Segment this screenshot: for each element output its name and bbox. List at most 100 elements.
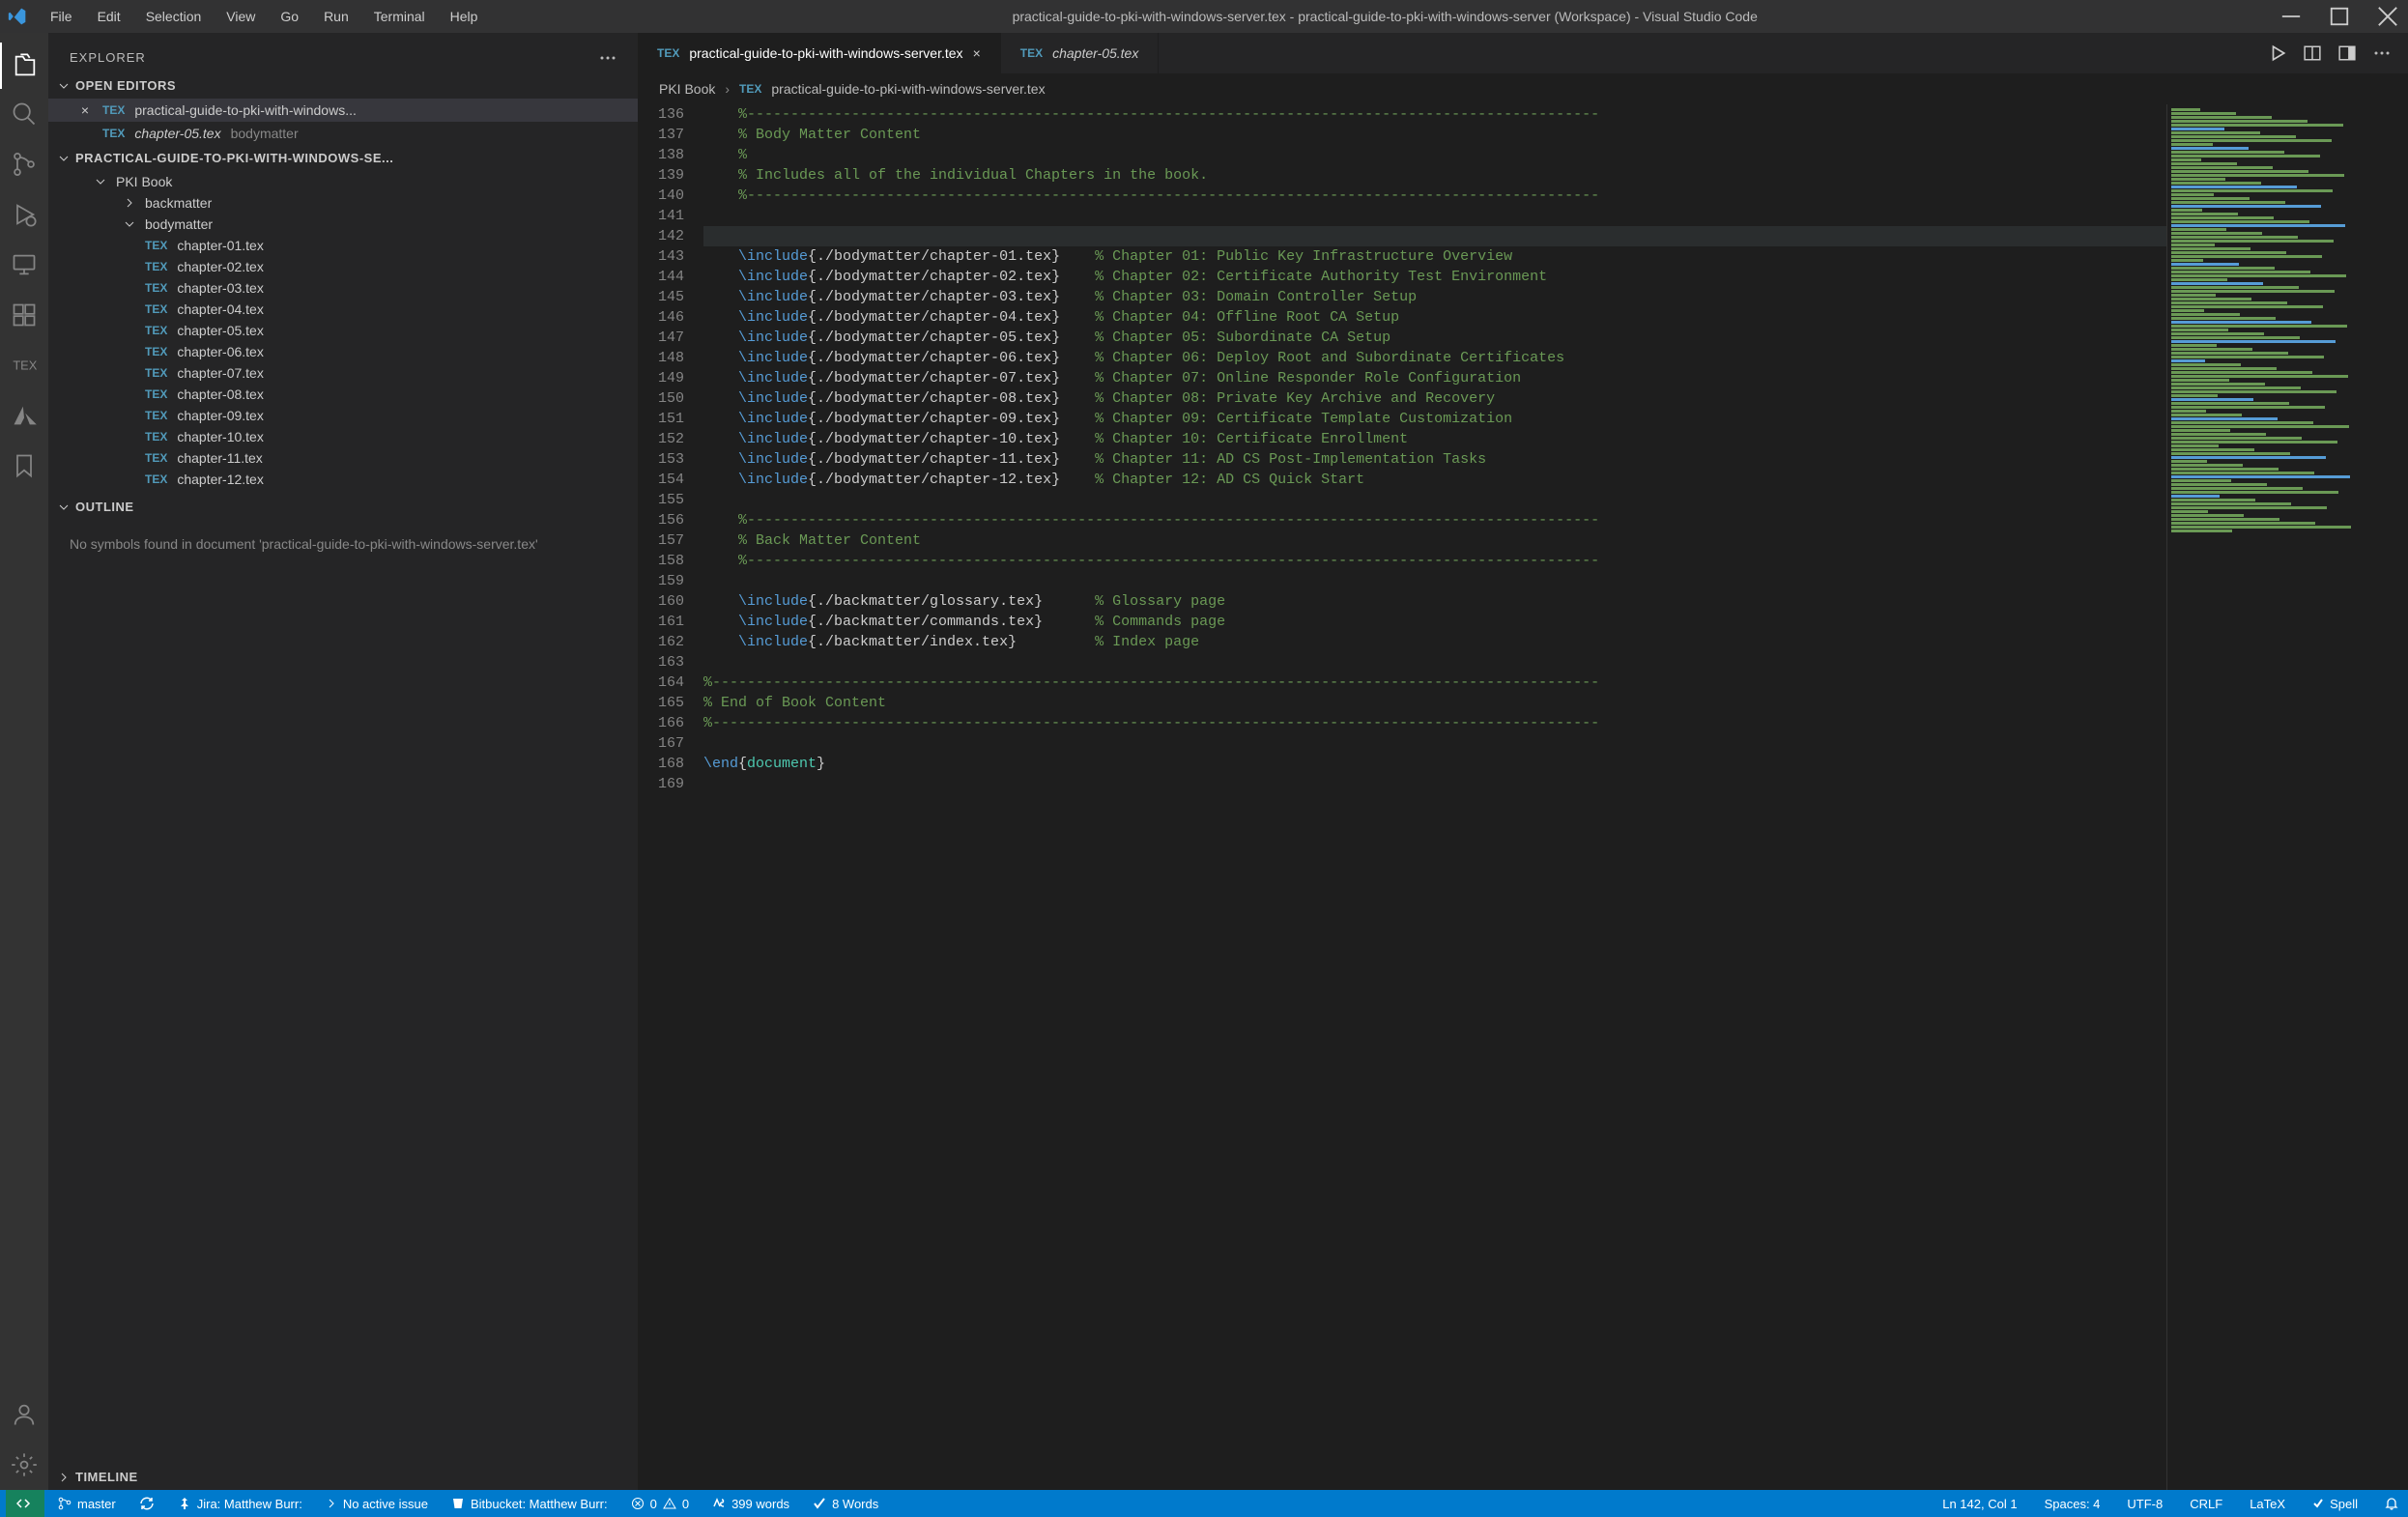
file-item[interactable]: TEX chapter-05.tex (48, 320, 638, 341)
open-editor-item[interactable]: × TEX practical-guide-to-pki-with-window… (48, 99, 638, 122)
file-label: chapter-12.tex (177, 472, 264, 487)
editor-group: TEX practical-guide-to-pki-with-windows-… (638, 33, 2408, 1490)
code-area[interactable]: %---------------------------------------… (703, 104, 2166, 1490)
menu-edit[interactable]: Edit (86, 5, 132, 28)
close-editor-icon[interactable]: × (77, 102, 93, 118)
breadcrumb-folder[interactable]: PKI Book (659, 81, 715, 97)
file-label: chapter-09.tex (177, 408, 264, 423)
outline-header[interactable]: OUTLINE (48, 494, 638, 520)
menu-file[interactable]: File (39, 5, 84, 28)
file-item[interactable]: TEX chapter-12.tex (48, 469, 638, 490)
editor-tab[interactable]: TEX chapter-05.tex (1001, 33, 1160, 73)
extensions-icon[interactable] (11, 301, 38, 329)
file-item[interactable]: TEX chapter-03.tex (48, 277, 638, 299)
folder-backmatter[interactable]: backmatter (48, 192, 638, 214)
minimize-icon[interactable] (2280, 6, 2302, 27)
encoding[interactable]: UTF-8 (2123, 1497, 2166, 1511)
line-gutter: 1361371381391401411421431441451461471481… (638, 104, 703, 1490)
tex-file-icon: TEX (145, 430, 167, 444)
close-icon[interactable] (2377, 6, 2398, 27)
tex-activity-icon[interactable]: TEX (11, 352, 38, 379)
search-icon[interactable] (11, 100, 38, 128)
atlassian-icon[interactable] (11, 402, 38, 429)
word-count[interactable]: 399 words (708, 1497, 793, 1511)
tex-file-icon: TEX (145, 302, 167, 316)
file-item[interactable]: TEX chapter-10.tex (48, 426, 638, 447)
open-editor-item[interactable]: TEX chapter-05.tex bodymatter (48, 122, 638, 145)
indent-setting[interactable]: Spaces: 4 (2041, 1497, 2105, 1511)
chevron-right-icon (58, 1472, 70, 1483)
word-count-2[interactable]: 8 Words (809, 1497, 882, 1511)
file-item[interactable]: TEX chapter-06.tex (48, 341, 638, 362)
spell-check[interactable]: Spell (2308, 1497, 2362, 1511)
file-label: chapter-10.tex (177, 429, 264, 444)
file-item[interactable]: TEX chapter-07.tex (48, 362, 638, 384)
tex-file-icon: TEX (145, 324, 167, 337)
cursor-position[interactable]: Ln 142, Col 1 (1938, 1497, 2021, 1511)
menu-help[interactable]: Help (439, 5, 490, 28)
settings-gear-icon[interactable] (11, 1451, 38, 1478)
maximize-icon[interactable] (2329, 6, 2350, 27)
open-editors-header[interactable]: OPEN EDITORS (48, 72, 638, 99)
active-issue[interactable]: No active issue (322, 1497, 432, 1511)
tex-file-icon: TEX (145, 345, 167, 358)
breadcrumb-separator-icon: › (725, 81, 730, 97)
git-branch[interactable]: master (54, 1497, 120, 1511)
file-label: chapter-07.tex (177, 365, 264, 381)
bookmark-icon[interactable] (11, 452, 38, 479)
account-icon[interactable] (11, 1401, 38, 1428)
jira-item[interactable]: Jira: Matthew Burr: (174, 1497, 306, 1511)
tex-file-icon: TEX (145, 260, 167, 273)
tab-label: practical-guide-to-pki-with-windows-serv… (689, 45, 962, 61)
file-item[interactable]: TEX chapter-09.tex (48, 405, 638, 426)
menu-terminal[interactable]: Terminal (362, 5, 437, 28)
tex-file-icon: TEX (145, 409, 167, 422)
tex-file-icon: TEX (145, 472, 167, 486)
notifications-icon[interactable] (2381, 1497, 2402, 1510)
run-debug-icon[interactable] (11, 201, 38, 228)
explorer-icon[interactable] (12, 52, 39, 79)
breadcrumbs[interactable]: PKI Book › TEX practical-guide-to-pki-wi… (638, 73, 2408, 104)
sync-icon[interactable] (135, 1496, 158, 1511)
eol[interactable]: CRLF (2186, 1497, 2226, 1511)
menu-view[interactable]: View (215, 5, 267, 28)
source-control-icon[interactable] (11, 151, 38, 178)
menu-go[interactable]: Go (269, 5, 310, 28)
menu-selection[interactable]: Selection (134, 5, 214, 28)
file-item[interactable]: TEX chapter-01.tex (48, 235, 638, 256)
workspace-folder-header[interactable]: PRACTICAL-GUIDE-TO-PKI-WITH-WINDOWS-SE..… (48, 145, 638, 171)
timeline-header[interactable]: TIMELINE (48, 1464, 638, 1490)
more-icon[interactable] (599, 55, 616, 61)
editor-tab[interactable]: TEX practical-guide-to-pki-with-windows-… (638, 33, 1001, 73)
tex-file-icon: TEX (145, 451, 167, 465)
code-editor[interactable]: 1361371381391401411421431441451461471481… (638, 104, 2408, 1490)
file-item[interactable]: TEX chapter-08.tex (48, 384, 638, 405)
file-label: chapter-02.tex (177, 259, 264, 274)
sidebar-title: EXPLORER (48, 33, 638, 72)
minimap[interactable] (2166, 104, 2408, 1490)
file-item[interactable]: TEX chapter-04.tex (48, 299, 638, 320)
problems-item[interactable]: 0 0 (627, 1497, 693, 1511)
remote-explorer-icon[interactable] (11, 251, 38, 278)
file-item[interactable]: TEX chapter-02.tex (48, 256, 638, 277)
menu-run[interactable]: Run (312, 5, 360, 28)
remote-indicator[interactable] (6, 1490, 44, 1517)
title-bar: FileEditSelectionViewGoRunTerminalHelp p… (0, 0, 2408, 33)
open-editor-path: bodymatter (231, 126, 299, 141)
bitbucket-item[interactable]: Bitbucket: Matthew Burr: (447, 1497, 612, 1511)
tex-file-icon: TEX (145, 239, 167, 252)
window-controls (2280, 6, 2400, 27)
close-tab-icon[interactable]: × (973, 45, 981, 61)
folder-label: bodymatter (145, 216, 213, 232)
folder-bodymatter[interactable]: bodymatter (48, 214, 638, 235)
breadcrumb-file[interactable]: practical-guide-to-pki-with-windows-serv… (771, 81, 1045, 97)
tex-file-icon: TEX (102, 103, 125, 117)
file-item[interactable]: TEX chapter-11.tex (48, 447, 638, 469)
split-editor-icon[interactable] (2338, 44, 2356, 62)
split-editor-right-icon[interactable] (2304, 44, 2321, 62)
tex-file-icon: TEX (739, 82, 761, 96)
language-mode[interactable]: LaTeX (2246, 1497, 2289, 1511)
folder-pkibook[interactable]: PKI Book (48, 171, 638, 192)
more-actions-icon[interactable] (2373, 50, 2391, 56)
run-icon[interactable] (2269, 44, 2286, 62)
